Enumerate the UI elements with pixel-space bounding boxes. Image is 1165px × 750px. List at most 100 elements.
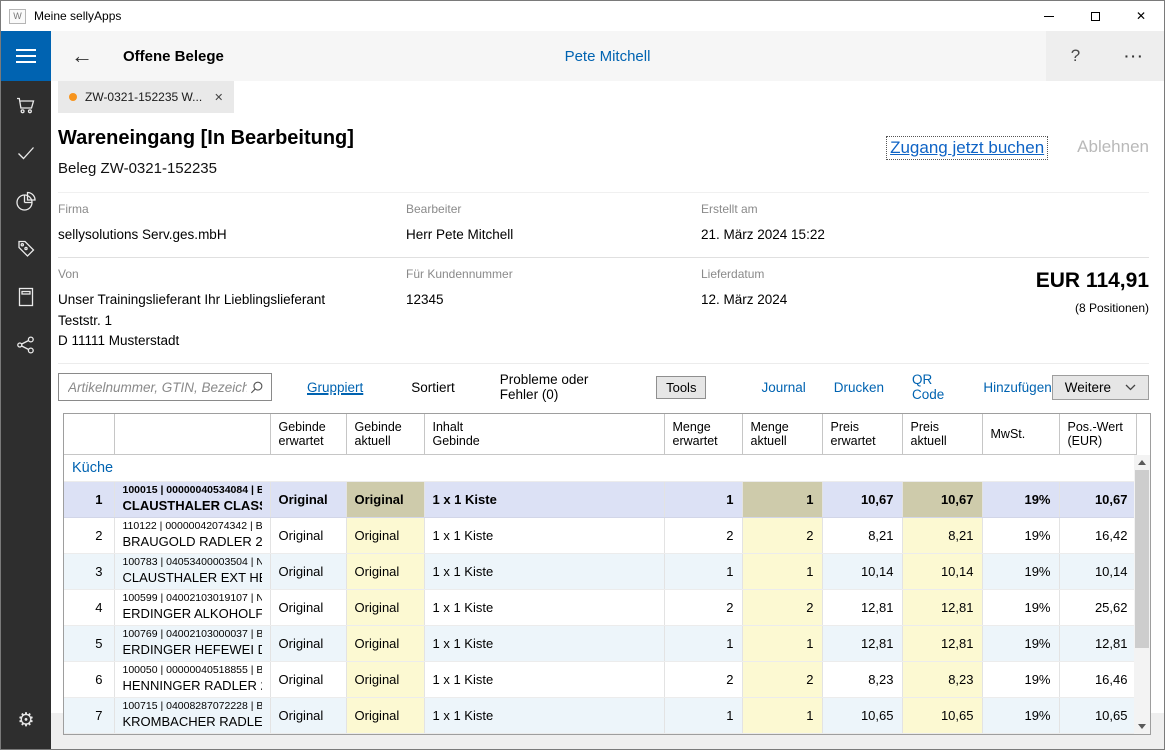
cell-preis-erwartet: 12,81 xyxy=(822,625,902,661)
field-value: 21. März 2024 15:22 xyxy=(701,225,1001,245)
cell-menge-aktuell[interactable]: 1 xyxy=(742,697,822,733)
table-row[interactable]: 4 100599 | 04002103019107 | Nich... ERDI… xyxy=(64,589,1136,625)
col-menge-erwartet[interactable]: Menge erwartet xyxy=(664,414,742,454)
hinzufuegen-link[interactable]: Hinzufügen xyxy=(983,380,1051,395)
qr-code-link[interactable]: QR Code xyxy=(912,372,955,402)
cell-menge-aktuell[interactable]: 1 xyxy=(742,625,822,661)
document-tab[interactable]: ZW-0321-152235 W... ✕ xyxy=(58,81,234,113)
cell-menge-aktuell[interactable]: 2 xyxy=(742,589,822,625)
reject-button[interactable]: Ablehnen xyxy=(1077,137,1149,157)
field-label: Für Kundennummer xyxy=(406,267,701,281)
cell-menge-aktuell[interactable]: 1 xyxy=(742,553,822,589)
table-row[interactable]: 7 100715 | 04008287072228 | Bier... KROM… xyxy=(64,697,1136,733)
cell-gebinde-aktuell[interactable]: Original xyxy=(346,517,424,553)
scrollbar-thumb[interactable] xyxy=(1135,470,1149,648)
article-search-box[interactable] xyxy=(58,373,272,401)
col-pos-wert[interactable]: Pos.-Wert (EUR) xyxy=(1059,414,1136,454)
cell-preis-aktuell[interactable]: 12,81 xyxy=(902,625,982,661)
table-row[interactable]: 2 110122 | 00000042074342 | Bier... BRAU… xyxy=(64,517,1136,553)
document-total: EUR 114,91 (8 Positionen) xyxy=(1001,267,1149,351)
group-header-row[interactable]: Küche xyxy=(64,454,1136,481)
drucken-link[interactable]: Drucken xyxy=(834,380,884,395)
cell-gebinde-aktuell[interactable]: Original xyxy=(346,553,424,589)
artikel-code: 100769 | 04002103000037 | Bier... xyxy=(123,628,262,642)
sidebar-item-tasks[interactable] xyxy=(1,129,51,177)
book-receipt-link[interactable]: Zugang jetzt buchen xyxy=(887,137,1047,159)
artikel-code: 100715 | 04008287072228 | Bier... xyxy=(123,700,262,714)
pie-chart-icon xyxy=(14,189,38,213)
tools-button[interactable]: Tools xyxy=(656,376,706,399)
cell-preis-aktuell[interactable]: 8,21 xyxy=(902,517,982,553)
cell-preis-aktuell[interactable]: 10,14 xyxy=(902,553,982,589)
cell-menge-aktuell[interactable]: 2 xyxy=(742,661,822,697)
cell-menge-aktuell[interactable]: 1 xyxy=(742,481,822,517)
field-erstellt-am: Erstellt am 21. März 2024 15:22 xyxy=(701,202,1001,245)
cell-mwst: 19% xyxy=(982,517,1059,553)
app-logo-icon: W xyxy=(9,9,26,24)
document-actions: Zugang jetzt buchen Ablehnen xyxy=(887,127,1149,177)
back-button[interactable]: ← xyxy=(71,45,93,67)
minimize-button[interactable] xyxy=(1026,1,1072,31)
artikel-name: ERDINGER ALKOHOLFR 2... xyxy=(123,606,262,622)
col-gebinde-erwartet[interactable]: Gebinde erwartet xyxy=(270,414,346,454)
tab-close-icon[interactable]: ✕ xyxy=(214,91,223,104)
cell-preis-aktuell[interactable]: 10,67 xyxy=(902,481,982,517)
col-artikel[interactable] xyxy=(114,414,270,454)
weitere-dropdown[interactable]: Weitere xyxy=(1052,375,1149,400)
cell-gebinde-aktuell[interactable]: Original xyxy=(346,661,424,697)
table-row[interactable]: 5 100769 | 04002103000037 | Bier... ERDI… xyxy=(64,625,1136,661)
user-account-link[interactable]: Pete Mitchell xyxy=(565,48,651,65)
tab-strip: ZW-0321-152235 W... ✕ xyxy=(51,81,1164,113)
field-value: 12345 xyxy=(406,290,701,310)
hamburger-menu-button[interactable] xyxy=(1,31,51,81)
table-row[interactable]: 1 100015 | 00000040534084 | Bier... CLAU… xyxy=(64,481,1136,517)
cell-menge-aktuell[interactable]: 2 xyxy=(742,517,822,553)
journal-link[interactable]: Journal xyxy=(761,380,805,395)
cell-menge-erwartet: 2 xyxy=(664,517,742,553)
cell-preis-aktuell[interactable]: 8,23 xyxy=(902,661,982,697)
sidebar-item-journal[interactable] xyxy=(1,273,51,321)
scroll-up-button[interactable] xyxy=(1134,455,1150,470)
sidebar-item-settings[interactable]: ⚙ xyxy=(1,696,51,744)
scroll-down-button[interactable] xyxy=(1134,719,1150,734)
maximize-icon xyxy=(1091,12,1100,21)
col-preis-aktuell[interactable]: Preis aktuell xyxy=(902,414,982,454)
col-menge-aktuell[interactable]: Menge aktuell xyxy=(742,414,822,454)
col-inhalt-gebinde[interactable]: Inhalt Gebinde xyxy=(424,414,664,454)
more-options-button[interactable]: ··· xyxy=(1105,31,1164,81)
col-mwst[interactable]: MwSt. xyxy=(982,414,1059,454)
artikel-name: CLAUSTHALER CLASSIC... xyxy=(123,498,262,514)
sidebar-item-statistics[interactable] xyxy=(1,177,51,225)
help-button[interactable]: ? xyxy=(1046,31,1105,81)
cell-gebinde-aktuell[interactable]: Original xyxy=(346,481,424,517)
maximize-button[interactable] xyxy=(1072,1,1118,31)
sidebar-item-prices[interactable] xyxy=(1,225,51,273)
table-row[interactable]: 3 100783 | 04053400003504 | Nich... CLAU… xyxy=(64,553,1136,589)
field-label: Lieferdatum xyxy=(701,267,1001,281)
cell-menge-erwartet: 2 xyxy=(664,661,742,697)
sortiert-toggle[interactable]: Sortiert xyxy=(411,380,455,395)
col-pos[interactable] xyxy=(64,414,114,454)
close-button[interactable]: ✕ xyxy=(1118,1,1164,31)
search-input[interactable] xyxy=(66,379,249,396)
table-row[interactable]: 6 100050 | 00000040518855 | Bier... HENN… xyxy=(64,661,1136,697)
sidebar-item-cart[interactable] xyxy=(1,81,51,129)
artikel-name: ERDINGER HEFEWEI DKL... xyxy=(123,642,262,658)
cell-inhalt-gebinde: 1 x 1 Kiste xyxy=(424,589,664,625)
cell-preis-aktuell[interactable]: 12,81 xyxy=(902,589,982,625)
cell-gebinde-aktuell[interactable]: Original xyxy=(346,589,424,625)
col-preis-erwartet[interactable]: Preis erwartet xyxy=(822,414,902,454)
cell-mwst: 19% xyxy=(982,625,1059,661)
field-value: 12. März 2024 xyxy=(701,290,1001,310)
gruppiert-toggle[interactable]: Gruppiert xyxy=(307,380,363,395)
sidebar-item-network[interactable] xyxy=(1,321,51,369)
cell-preis-aktuell[interactable]: 10,65 xyxy=(902,697,982,733)
probleme-filter[interactable]: Probleme oder Fehler (0) xyxy=(500,372,616,402)
col-gebinde-aktuell[interactable]: Gebinde aktuell xyxy=(346,414,424,454)
cell-gebinde-aktuell[interactable]: Original xyxy=(346,697,424,733)
scrollbar-track[interactable] xyxy=(1134,470,1150,719)
cell-gebinde-aktuell[interactable]: Original xyxy=(346,625,424,661)
cell-pos-wert: 16,42 xyxy=(1059,517,1136,553)
cell-gebinde-erwartet: Original xyxy=(270,481,346,517)
table-scrollbar[interactable] xyxy=(1134,455,1150,734)
